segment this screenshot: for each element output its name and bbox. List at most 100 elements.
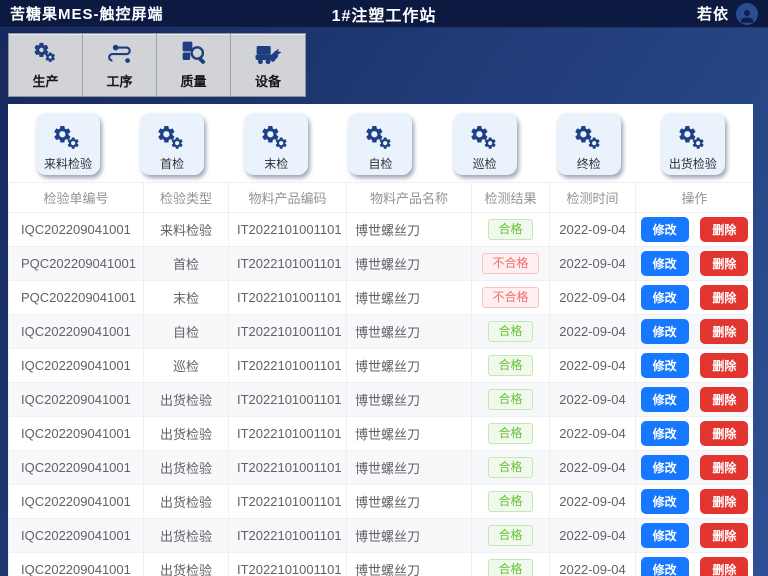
inspection-button-出货检验[interactable]: 出货检验	[661, 113, 725, 175]
table-row: IQC202209041001 出货检验 IT2022101001101 博世螺…	[9, 519, 754, 553]
cell-time: 2022-09-04	[550, 553, 636, 576]
table-row: IQC202209041001 巡检 IT2022101001101 博世螺丝刀…	[9, 349, 754, 383]
cell-actions: 修改 删除	[636, 451, 754, 485]
delete-button[interactable]: 删除	[700, 523, 748, 548]
table-row: IQC202209041001 来料检验 IT2022101001101 博世螺…	[9, 213, 754, 247]
inspection-button-label: 出货检验	[669, 155, 717, 172]
cell-insp-type: 出货检验	[144, 417, 229, 451]
cell-insp-type: 自检	[144, 315, 229, 349]
delete-button[interactable]: 删除	[700, 387, 748, 412]
gears-icon	[52, 123, 84, 153]
cell-actions: 修改 删除	[636, 417, 754, 451]
cell-actions: 修改 删除	[636, 519, 754, 553]
cell-item-code: IT2022101001101	[229, 349, 347, 383]
result-badge: 合格	[488, 219, 532, 240]
delete-button[interactable]: 删除	[700, 217, 748, 242]
cell-item-code: IT2022101001101	[229, 383, 347, 417]
inspection-button-label: 末检	[264, 155, 288, 172]
process-route-icon	[107, 40, 133, 66]
delete-button[interactable]: 删除	[700, 319, 748, 344]
inspection-button-巡检[interactable]: 巡检	[453, 113, 517, 175]
cell-actions: 修改 删除	[636, 213, 754, 247]
cell-result: 合格	[472, 485, 550, 519]
edit-button[interactable]: 修改	[641, 285, 689, 310]
result-badge: 合格	[488, 423, 532, 444]
edit-button[interactable]: 修改	[641, 217, 689, 242]
table-row: IQC202209041001 出货检验 IT2022101001101 博世螺…	[9, 553, 754, 576]
delete-button[interactable]: 删除	[700, 455, 748, 480]
cell-time: 2022-09-04	[550, 247, 636, 281]
cell-order-no: IQC202209041001	[9, 519, 144, 553]
edit-button[interactable]: 修改	[641, 251, 689, 276]
user-area[interactable]: 若依	[697, 3, 758, 25]
result-badge: 不合格	[482, 253, 538, 274]
result-badge: 合格	[488, 525, 532, 546]
cell-insp-type: 巡检	[144, 349, 229, 383]
table-row: IQC202209041001 出货检验 IT2022101001101 博世螺…	[9, 485, 754, 519]
table-row: IQC202209041001 出货检验 IT2022101001101 博世螺…	[9, 417, 754, 451]
cell-item-name: 博世螺丝刀	[347, 247, 472, 281]
edit-button[interactable]: 修改	[641, 557, 689, 576]
inspection-button-自检[interactable]: 自检	[348, 113, 412, 175]
cell-actions: 修改 删除	[636, 315, 754, 349]
inspection-button-label: 终检	[577, 155, 601, 172]
edit-button[interactable]: 修改	[641, 523, 689, 548]
delete-button[interactable]: 删除	[700, 557, 748, 576]
result-badge: 合格	[488, 321, 532, 342]
cell-item-code: IT2022101001101	[229, 281, 347, 315]
inspection-button-来料检验[interactable]: 来料检验	[36, 113, 100, 175]
table-row: IQC202209041001 出货检验 IT2022101001101 博世螺…	[9, 451, 754, 485]
cell-result: 合格	[472, 349, 550, 383]
cell-item-name: 博世螺丝刀	[347, 213, 472, 247]
toolbar-button-quality[interactable]: 质量	[157, 34, 231, 96]
col-header-result: 检测结果	[472, 183, 550, 213]
top-navbar: 苦糖果MES-触控屏端 1#注塑工作站 若依	[0, 0, 768, 28]
col-header-order-no: 检验单编号	[9, 183, 144, 213]
toolbar-button-production[interactable]: 生产	[9, 34, 83, 96]
edit-button[interactable]: 修改	[641, 455, 689, 480]
delete-button[interactable]: 删除	[700, 421, 748, 446]
cell-insp-type: 首检	[144, 247, 229, 281]
cell-actions: 修改 删除	[636, 383, 754, 417]
toolbar-button-equipment[interactable]: 设备	[231, 34, 305, 96]
cell-item-name: 博世螺丝刀	[347, 417, 472, 451]
cell-insp-type: 来料检验	[144, 213, 229, 247]
col-header-insp-type: 检验类型	[144, 183, 229, 213]
cell-time: 2022-09-04	[550, 213, 636, 247]
cell-item-code: IT2022101001101	[229, 485, 347, 519]
cell-item-code: IT2022101001101	[229, 519, 347, 553]
edit-button[interactable]: 修改	[641, 319, 689, 344]
cell-order-no: IQC202209041001	[9, 451, 144, 485]
toolbar-label: 质量	[180, 71, 206, 90]
toolbar-button-process[interactable]: 工序	[83, 34, 157, 96]
cell-order-no: IQC202209041001	[9, 349, 144, 383]
cell-order-no: IQC202209041001	[9, 553, 144, 576]
station-title: 1#注塑工作站	[332, 2, 437, 26]
cell-order-no: PQC202209041001	[9, 281, 144, 315]
result-badge: 合格	[488, 389, 532, 410]
result-badge: 合格	[488, 559, 532, 576]
delete-button[interactable]: 删除	[700, 353, 748, 378]
inspection-button-末检[interactable]: 末检	[244, 113, 308, 175]
inspection-button-终检[interactable]: 终检	[557, 113, 621, 175]
edit-button[interactable]: 修改	[641, 421, 689, 446]
delete-button[interactable]: 删除	[700, 251, 748, 276]
cell-time: 2022-09-04	[550, 315, 636, 349]
cell-result: 合格	[472, 519, 550, 553]
cell-time: 2022-09-04	[550, 485, 636, 519]
col-header-actions: 操作	[636, 183, 754, 213]
delete-button[interactable]: 删除	[700, 285, 748, 310]
cell-item-name: 博世螺丝刀	[347, 281, 472, 315]
inspection-button-label: 来料检验	[44, 155, 92, 172]
table-row: PQC202209041001 末检 IT2022101001101 博世螺丝刀…	[9, 281, 754, 315]
result-badge: 不合格	[482, 287, 538, 308]
toolbar-label: 工序	[106, 71, 132, 90]
delete-button[interactable]: 删除	[700, 489, 748, 514]
edit-button[interactable]: 修改	[641, 387, 689, 412]
cell-result: 合格	[472, 451, 550, 485]
edit-button[interactable]: 修改	[641, 353, 689, 378]
result-badge: 合格	[488, 491, 532, 512]
inspection-button-首检[interactable]: 首检	[140, 113, 204, 175]
edit-button[interactable]: 修改	[641, 489, 689, 514]
user-avatar-icon[interactable]	[736, 3, 758, 25]
